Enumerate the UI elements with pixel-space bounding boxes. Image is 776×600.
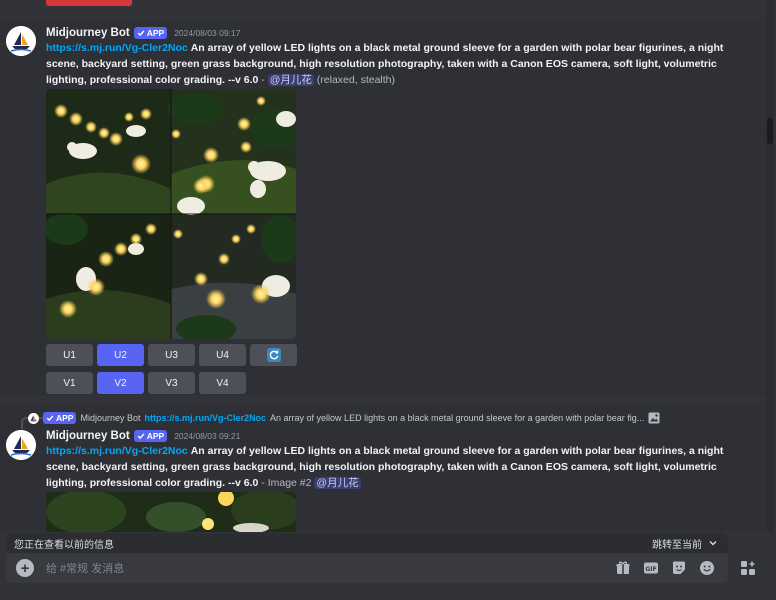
upscaled-image-preview — [46, 492, 296, 532]
separator: - — [261, 74, 265, 86]
image-icon — [648, 412, 660, 424]
message-content: https://s.mj.run/Vg-Cler2Noc An array of… — [46, 443, 746, 491]
reply-link[interactable]: https://s.mj.run/Vg-Cler2Noc — [145, 413, 267, 423]
image-link[interactable]: https://s.mj.run/Vg-Cler2Noc — [46, 42, 188, 54]
scrollbar-thumb[interactable] — [767, 118, 773, 144]
reply-app-badge: APP — [43, 412, 77, 424]
app-badge: APP — [133, 430, 168, 442]
separator: - — [261, 477, 265, 489]
reply-text[interactable]: An array of yellow LED lights on a black… — [270, 413, 644, 423]
chevron-down-icon — [709, 541, 717, 546]
u4-button[interactable]: U4 — [199, 344, 246, 366]
svg-text:GIF: GIF — [645, 566, 656, 573]
garden-lights-image — [46, 89, 296, 339]
message-midjourney-grid: Midjourney Bot APP 2024/08/03 09:17 http… — [0, 22, 766, 395]
gift-icon[interactable] — [614, 559, 632, 577]
reply-username[interactable]: Midjourney Bot — [80, 413, 140, 423]
upscale-button-row: U1 U2 U3 U4 — [46, 344, 297, 366]
reply-avatar-icon — [28, 412, 39, 424]
u1-button[interactable]: U1 — [46, 344, 93, 366]
discord-window: Midjourney Bot APP 2024/08/03 09:17 http… — [0, 0, 776, 600]
refresh-icon — [266, 348, 281, 362]
sticker-icon[interactable] — [670, 559, 688, 577]
timestamp: 2024/08/03 09:21 — [174, 431, 241, 441]
avatar[interactable] — [6, 430, 36, 460]
emoji-icon[interactable] — [698, 559, 716, 577]
check-icon — [46, 415, 54, 422]
gif-icon[interactable]: GIF — [642, 559, 660, 577]
reply-reference[interactable]: APP Midjourney Bot https://s.mj.run/Vg-C… — [28, 411, 660, 425]
image-number: Image #2 — [267, 477, 312, 489]
user-mention[interactable]: @月儿花 — [314, 477, 361, 489]
badge-label: APP — [146, 431, 165, 441]
username[interactable]: Midjourney Bot — [46, 430, 130, 442]
message-composer: + 给 #常规 发消息 GIF — [6, 553, 728, 583]
check-icon — [137, 30, 145, 37]
timestamp: 2024/08/03 09:17 — [174, 28, 241, 38]
username[interactable]: Midjourney Bot — [46, 27, 130, 39]
reply-badge-label: APP — [56, 413, 74, 423]
upscaled-image[interactable] — [46, 492, 296, 532]
user-mention[interactable]: @月儿花 — [267, 74, 314, 86]
generated-image-grid[interactable] — [46, 89, 296, 339]
history-notice-bar: 您正在查看以前的信息 跳转至当前 — [6, 533, 728, 553]
v3-button[interactable]: V3 — [148, 372, 195, 394]
midjourney-boat-icon — [6, 26, 36, 56]
message-content: https://s.mj.run/Vg-Cler2Noc An array of… — [46, 40, 746, 88]
composer-icons: GIF — [614, 559, 716, 577]
previous-message-button-edge[interactable] — [46, 0, 132, 6]
badge-label: APP — [146, 28, 165, 38]
midjourney-boat-icon — [6, 430, 36, 460]
v1-button[interactable]: V1 — [46, 372, 93, 394]
scrollbar[interactable] — [766, 0, 774, 532]
reroll-button[interactable] — [250, 344, 297, 366]
v2-button[interactable]: V2 — [97, 372, 144, 394]
job-meta: (relaxed, stealth) — [316, 74, 395, 86]
image-link[interactable]: https://s.mj.run/Vg-Cler2Noc — [46, 445, 188, 457]
add-attachment-button[interactable]: + — [16, 559, 34, 577]
v4-button[interactable]: V4 — [199, 372, 246, 394]
avatar[interactable] — [6, 26, 36, 56]
u3-button[interactable]: U3 — [148, 344, 195, 366]
app-badge: APP — [133, 27, 168, 39]
u2-button[interactable]: U2 — [97, 344, 144, 366]
variation-button-row: V1 V2 V3 V4 — [46, 372, 246, 394]
apps-icon[interactable] — [738, 558, 758, 578]
history-notice-text: 您正在查看以前的信息 — [14, 539, 114, 551]
message-midjourney-upscale: APP Midjourney Bot https://s.mj.run/Vg-C… — [0, 406, 766, 532]
check-icon — [137, 433, 145, 440]
message-list[interactable]: Midjourney Bot APP 2024/08/03 09:17 http… — [0, 0, 766, 532]
jump-to-present-label: 跳转至当前 — [652, 539, 702, 551]
jump-to-present-button[interactable]: 跳转至当前 — [652, 536, 718, 551]
message-input[interactable]: 给 #常规 发消息 — [46, 560, 614, 576]
